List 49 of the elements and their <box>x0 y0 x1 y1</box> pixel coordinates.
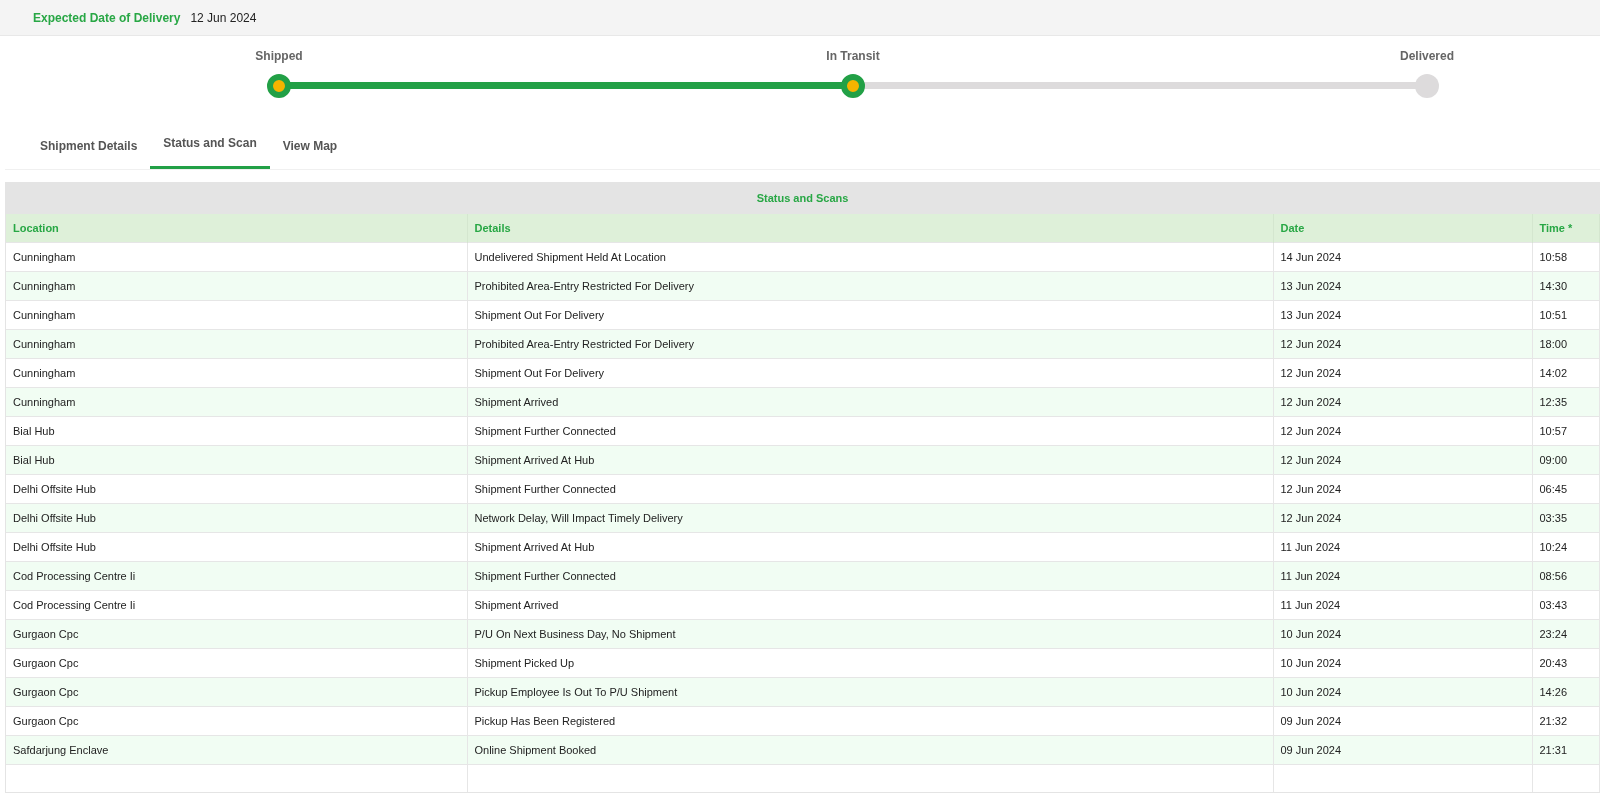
table-cell: 13 Jun 2024 <box>1273 271 1532 301</box>
table-cell: 12:35 <box>1532 387 1599 417</box>
table-cell: 18:00 <box>1532 329 1599 359</box>
table-cell: 08:56 <box>1532 561 1599 591</box>
tab[interactable]: Shipment Details <box>27 126 151 169</box>
column-header: Date <box>1273 214 1532 243</box>
column-header: Location <box>6 214 467 243</box>
delivery-date-label: Expected Date of Delivery <box>33 10 181 25</box>
table-cell: Delhi Offsite Hub <box>6 503 467 533</box>
table-cell: Gurgaon Cpc <box>6 619 467 649</box>
table-cell: 09 Jun 2024 <box>1273 735 1532 765</box>
table-cell: Cunningham <box>6 271 467 301</box>
table-cell: Safdarjung Enclave <box>6 735 467 765</box>
table-cell: 12 Jun 2024 <box>1273 329 1532 359</box>
progress-step-label: Delivered <box>1400 49 1454 63</box>
table-cell: Shipment Arrived <box>467 387 1273 417</box>
tab[interactable]: Status and Scan <box>150 126 270 169</box>
table-cell: Cunningham <box>6 329 467 359</box>
table-cell: Cunningham <box>6 387 467 417</box>
table-cell: 12 Jun 2024 <box>1273 445 1532 475</box>
progress-step-label: In Transit <box>826 49 880 63</box>
table-cell: Shipment Arrived At Hub <box>467 445 1273 475</box>
table-cell: 11 Jun 2024 <box>1273 561 1532 591</box>
progress-step-label: Shipped <box>255 49 303 63</box>
column-header: Details <box>467 214 1273 243</box>
table-cell: Online Shipment Booked <box>467 735 1273 765</box>
tab[interactable]: View Map <box>269 126 351 169</box>
table-cell: 10 Jun 2024 <box>1273 677 1532 707</box>
delivery-date-value: 12 Jun 2024 <box>190 10 257 25</box>
table-cell: Prohibited Area-Entry Restricted For Delivery <box>467 271 1273 301</box>
table-cell: Pickup Employee Is Out To P/U Shipment <box>467 677 1273 707</box>
table-cell: Bial Hub <box>6 445 467 475</box>
table-cell: Gurgaon Cpc <box>6 677 467 707</box>
table-cell: 12 Jun 2024 <box>1273 387 1532 417</box>
table-cell: 23:24 <box>1532 619 1599 649</box>
table-cell: P/U On Next Business Day, No Shipment <box>467 619 1273 649</box>
table-cell: 03:35 <box>1532 503 1599 533</box>
table-cell: 14:26 <box>1532 677 1599 707</box>
table-cell: 21:31 <box>1532 735 1599 765</box>
table-cell: 10 Jun 2024 <box>1273 619 1532 649</box>
table-cell: 09:00 <box>1532 445 1599 475</box>
table-cell: Cod Processing Centre Ii <box>6 561 467 591</box>
table-cell: Network Delay, Will Impact Timely Delivery <box>467 503 1273 533</box>
table-cell: Shipment Further Connected <box>467 561 1273 591</box>
table-cell: 14:30 <box>1532 271 1599 301</box>
table-cell: 12 Jun 2024 <box>1273 503 1532 533</box>
table-cell: Prohibited Area-Entry Restricted For Delivery <box>467 329 1273 359</box>
column-header: Time * <box>1532 214 1599 243</box>
table-title: Status and Scans <box>6 182 1599 214</box>
